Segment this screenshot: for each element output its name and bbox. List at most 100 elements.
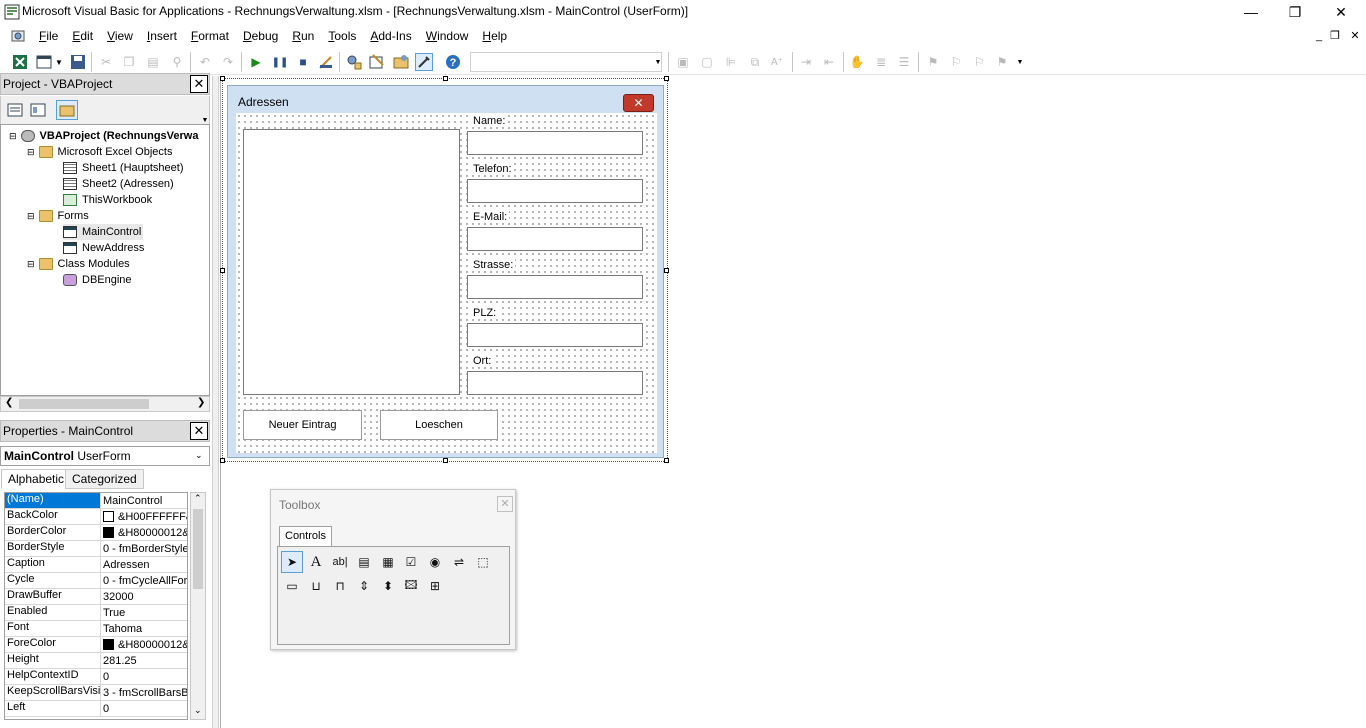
property-value[interactable]: &H80000012& — [101, 525, 187, 540]
multipage-tool-icon[interactable]: ⊓ — [329, 575, 351, 597]
menu-file[interactable]: File — [32, 26, 65, 46]
property-row[interactable]: HelpContextID 0 — [5, 669, 187, 685]
property-value[interactable]: 281.25 — [101, 653, 187, 668]
menu-debug[interactable]: Debug — [236, 26, 285, 46]
chevron-down-icon[interactable]: ⌄ — [195, 450, 203, 461]
cut-icon[interactable]: ✂ — [97, 53, 115, 71]
menu-view[interactable]: View — [100, 26, 140, 46]
minimize-button[interactable]: — — [1228, 0, 1274, 24]
clear-bookmarks-icon[interactable]: ⚑ — [993, 53, 1011, 71]
properties-panel-close-icon[interactable]: ✕ — [190, 422, 208, 440]
resize-handle[interactable] — [220, 458, 225, 463]
tabstrip-tool-icon[interactable]: ⊔ — [305, 575, 327, 597]
object-selector-combo[interactable]: MainControl UserForm ⌄ — [0, 446, 210, 466]
resize-handle[interactable] — [220, 76, 225, 81]
menu-format[interactable]: Format — [184, 26, 236, 46]
property-value[interactable]: 0 - fmBorderStyle — [101, 541, 187, 556]
optionbutton-tool-icon[interactable]: ◉ — [424, 551, 446, 573]
spinbutton-tool-icon[interactable]: ⬍ — [377, 575, 399, 597]
property-value[interactable]: 0 — [101, 701, 187, 716]
label-tool-icon[interactable]: A — [305, 551, 327, 573]
scrollbar-tool-icon[interactable]: ⇕ — [353, 575, 375, 597]
menu-addins[interactable]: Add-Ins — [363, 26, 418, 46]
toggle-bookmark-icon[interactable]: ⚑ — [924, 53, 942, 71]
property-value[interactable]: Tahoma — [101, 621, 187, 636]
outdent-icon[interactable]: ⇤ — [820, 53, 838, 71]
uncomment-block-icon[interactable]: ☰ — [895, 53, 913, 71]
delete-button[interactable]: Loeschen — [380, 410, 498, 440]
view-object-icon[interactable] — [29, 101, 47, 119]
userform-close-icon[interactable]: ✕ — [623, 94, 654, 112]
toolbox-window[interactable]: Toolbox ✕ Controls ➤ A ab| ▤ ▦ ☑ ◉ ⇌ ⬚ ▭… — [270, 489, 516, 650]
toolbox-toggle-icon[interactable] — [415, 53, 433, 71]
toggle-breakpoint-icon[interactable]: ✋ — [848, 53, 866, 71]
maximize-button[interactable]: ❐ — [1272, 0, 1318, 24]
vba-menu-icon[interactable] — [10, 28, 26, 44]
collapse-icon[interactable]: ⊟ — [27, 256, 35, 272]
tree-node-dbengine[interactable]: DBEngine — [63, 272, 132, 288]
scroll-right-icon[interactable]: ❯ — [197, 397, 205, 408]
scroll-down-icon[interactable]: ⌄ — [194, 705, 202, 716]
scroll-up-icon[interactable]: ⌃ — [194, 493, 202, 504]
toolbar-options-icon[interactable]: ▼ — [654, 53, 662, 71]
property-row[interactable]: KeepScrollBarsVisibl 3 - fmScrollBarsBo — [5, 685, 187, 701]
property-row[interactable]: Enabled True — [5, 605, 187, 621]
input-plz[interactable] — [467, 323, 643, 347]
font-size-icon[interactable]: A⁺ — [768, 53, 786, 71]
property-row[interactable]: DrawBuffer 32000 — [5, 589, 187, 605]
scroll-left-icon[interactable]: ❮ — [5, 397, 13, 408]
property-row[interactable]: Font Tahoma — [5, 621, 187, 637]
design-mode-icon[interactable] — [317, 53, 335, 71]
undo-icon[interactable]: ↶ — [196, 53, 214, 71]
save-icon[interactable] — [69, 53, 87, 71]
tree-node-forms[interactable]: ⊟ Forms — [27, 208, 89, 224]
property-value[interactable]: 3 - fmScrollBarsBo — [101, 685, 187, 700]
property-row[interactable]: Caption Adressen — [5, 557, 187, 573]
image-tool-icon[interactable]: 🖾 — [400, 575, 422, 597]
combobox-tool-icon[interactable]: ▤ — [353, 551, 375, 573]
next-bookmark-icon[interactable]: ⚐ — [947, 53, 965, 71]
mdi-minimize-button[interactable]: _ — [1312, 29, 1326, 43]
tab-alphabetic[interactable]: Alphabetic — [1, 469, 72, 489]
collapse-icon[interactable]: ⊟ — [9, 128, 17, 144]
break-icon[interactable]: ❚❚ — [271, 53, 289, 71]
collapse-icon[interactable]: ⊟ — [27, 144, 35, 160]
resize-handle[interactable] — [220, 268, 225, 273]
bring-front-icon[interactable]: ▣ — [674, 53, 692, 71]
reset-icon[interactable]: ■ — [294, 53, 312, 71]
property-value[interactable]: 0 — [101, 669, 187, 684]
userform-client-area[interactable]: Name: Telefon: E-Mail: Strasse: PLZ: Ort… — [236, 113, 657, 453]
project-explorer-icon[interactable] — [345, 53, 363, 71]
scroll-thumb[interactable] — [193, 509, 203, 589]
property-value[interactable]: MainControl — [101, 493, 187, 508]
resize-handle[interactable] — [664, 268, 669, 273]
menu-edit[interactable]: Edit — [65, 26, 100, 46]
resize-handle[interactable] — [664, 458, 669, 463]
toolbar-options-icon[interactable]: ▼ — [1016, 53, 1024, 71]
mdi-close-button[interactable]: ✕ — [1348, 29, 1362, 43]
frame-tool-icon[interactable]: ⬚ — [472, 551, 494, 573]
object-browser-icon[interactable] — [392, 53, 410, 71]
tree-node-sheet2[interactable]: Sheet2 (Adressen) — [63, 176, 174, 192]
toolbox-tab-controls[interactable]: Controls — [279, 526, 332, 546]
property-row[interactable]: (Name) MainControl — [5, 493, 187, 509]
address-listbox[interactable] — [243, 129, 460, 395]
resize-handle[interactable] — [664, 76, 669, 81]
togglebutton-tool-icon[interactable]: ⇌ — [448, 551, 470, 573]
menu-tools[interactable]: Tools — [321, 26, 363, 46]
tree-node-excel-objects[interactable]: ⊟ Microsoft Excel Objects — [27, 144, 172, 160]
send-back-icon[interactable]: ▢ — [698, 53, 716, 71]
dropdown-arrow-icon[interactable]: ▼ — [54, 53, 64, 71]
input-strasse[interactable] — [467, 275, 643, 299]
input-name[interactable] — [467, 131, 643, 155]
panel-splitter[interactable] — [212, 76, 219, 728]
paste-icon[interactable]: ▤ — [144, 53, 162, 71]
menu-run[interactable]: Run — [285, 26, 321, 46]
project-panel-close-icon[interactable]: ✕ — [190, 75, 208, 93]
resize-handle[interactable] — [443, 458, 448, 463]
scroll-thumb[interactable] — [19, 399, 149, 409]
find-icon[interactable]: ⚲ — [168, 53, 186, 71]
excel-icon[interactable] — [11, 53, 29, 71]
project-tree-hscrollbar[interactable]: ❮ ❯ — [0, 396, 210, 412]
insert-userform-icon[interactable] — [35, 53, 53, 71]
